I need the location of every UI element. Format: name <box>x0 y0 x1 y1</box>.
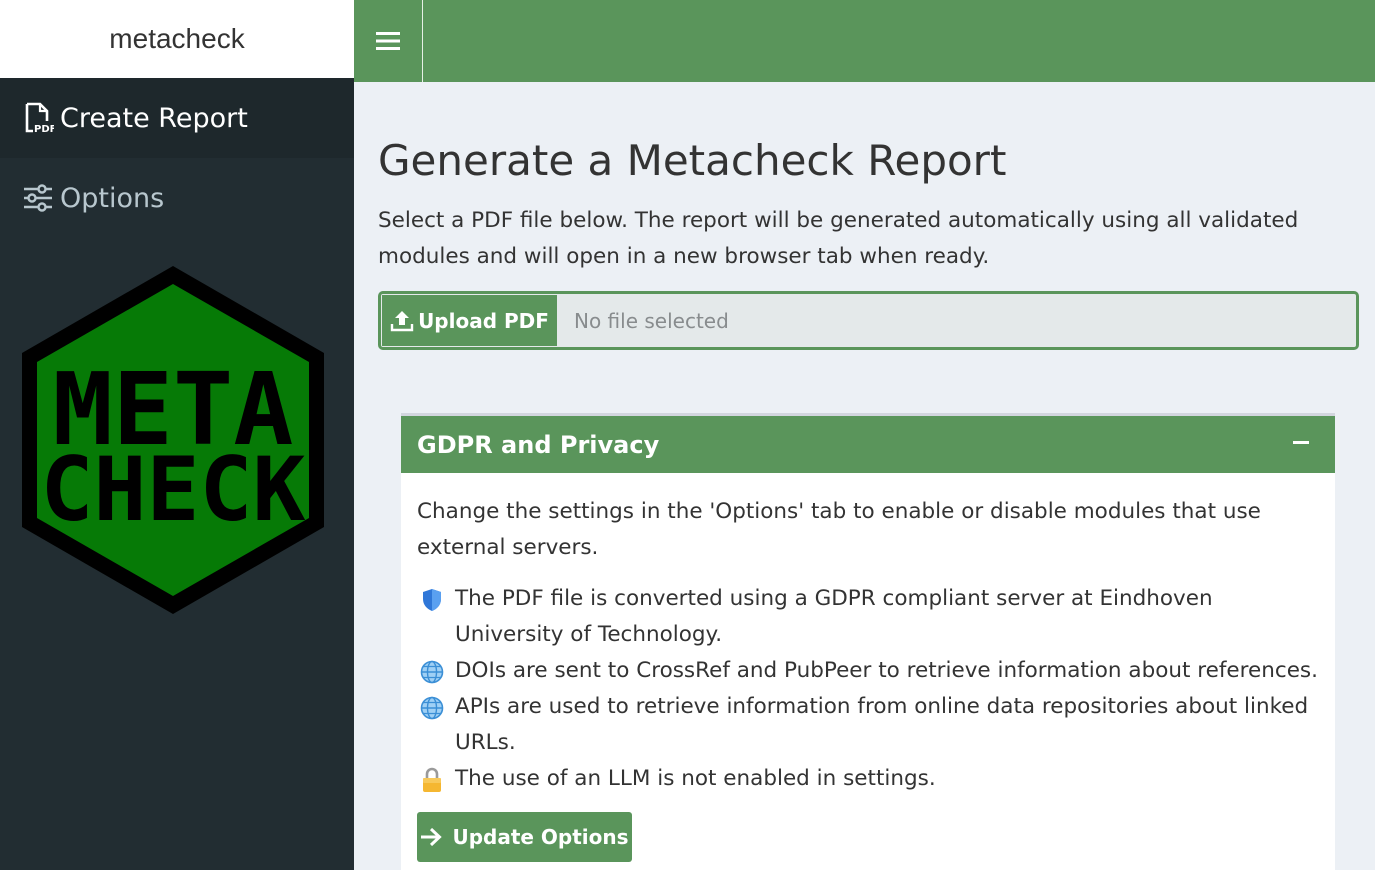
metacheck-hex-logo: META CHECK <box>18 262 328 618</box>
list-item-text: The use of an LLM is not enabled in sett… <box>455 766 936 791</box>
file-pdf-icon: PDF <box>22 102 54 134</box>
upload-button-label: Upload PDF <box>418 308 549 333</box>
minus-icon <box>1293 440 1309 444</box>
sidebar-toggle-button[interactable] <box>354 0 423 82</box>
app-root: metacheck PDF Create Report Options META… <box>0 0 1375 870</box>
update-options-button[interactable]: Update Options <box>417 812 632 862</box>
sidebar-item-create-report[interactable]: PDF Create Report <box>0 78 354 158</box>
list-item-text: The PDF file is converted using a GDPR c… <box>455 586 1213 647</box>
globe-icon <box>419 659 445 685</box>
list-item: APIs are used to retrieve information fr… <box>417 689 1322 761</box>
privacy-intro: Change the settings in the 'Options' tab… <box>417 499 1261 560</box>
list-item: The use of an LLM is not enabled in sett… <box>417 761 1322 797</box>
globe-icon <box>419 695 445 721</box>
brand-logo-text[interactable]: metacheck <box>0 0 354 78</box>
box-body: Change the settings in the 'Options' tab… <box>417 494 1322 797</box>
privacy-list: The PDF file is converted using a GDPR c… <box>417 581 1322 797</box>
intro-text: Select a PDF file below. The report will… <box>378 208 1299 269</box>
arrow-right-icon <box>420 828 443 846</box>
svg-text:PDF: PDF <box>34 124 54 134</box>
gdpr-privacy-box: GDPR and Privacy Change the settings in … <box>401 413 1335 870</box>
update-options-label: Update Options <box>452 825 629 849</box>
shield-icon <box>419 587 445 613</box>
top-header-bar <box>354 0 1375 82</box>
sidebar-item-options[interactable]: Options <box>0 158 354 238</box>
list-item-text: APIs are used to retrieve information fr… <box>455 694 1309 755</box>
upload-pdf-control: Upload PDF No file selected <box>378 291 1359 350</box>
upload-icon <box>390 310 414 332</box>
page-title: Generate a Metacheck Report <box>378 136 1007 185</box>
file-name-field[interactable]: No file selected <box>557 294 1356 347</box>
hamburger-menu-icon <box>376 25 400 58</box>
list-item-text: DOIs are sent to CrossRef and PubPeer to… <box>455 658 1318 683</box>
box-header: GDPR and Privacy <box>401 416 1335 473</box>
sidebar: metacheck PDF Create Report Options META… <box>0 0 354 870</box>
collapse-button[interactable] <box>1289 430 1313 454</box>
sliders-icon <box>22 182 54 214</box>
lock-icon <box>419 767 445 793</box>
list-item: The PDF file is converted using a GDPR c… <box>417 581 1322 653</box>
list-item: DOIs are sent to CrossRef and PubPeer to… <box>417 653 1322 689</box>
sidebar-item-label: Create Report <box>60 102 248 134</box>
upload-pdf-button[interactable]: Upload PDF <box>382 295 557 346</box>
sidebar-item-label: Options <box>60 182 165 214</box>
svg-text:CHECK: CHECK <box>41 438 306 541</box>
box-title: GDPR and Privacy <box>417 430 660 459</box>
